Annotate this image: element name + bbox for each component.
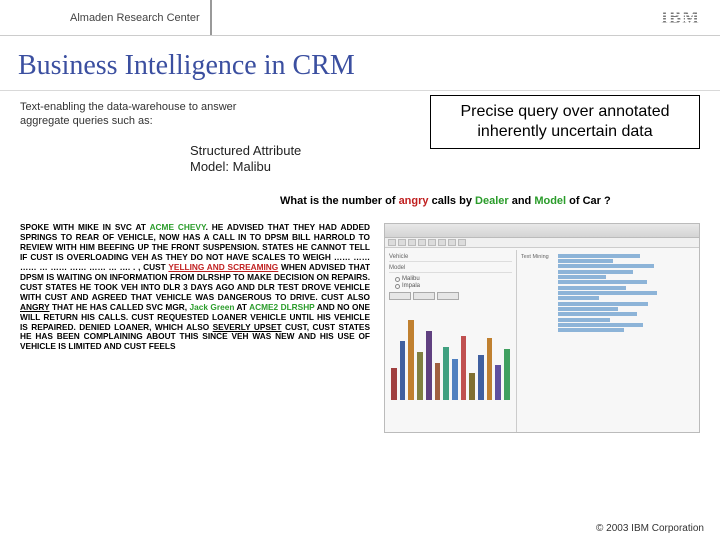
ss-section-vehicle: Vehicle bbox=[389, 254, 512, 262]
upset-keyword: SEVERLY UPSET bbox=[213, 322, 282, 332]
slide-title: Business Intelligence in CRM bbox=[0, 36, 720, 91]
ibm-logo: IBM bbox=[661, 7, 700, 28]
dealer-keyword: Dealer bbox=[475, 195, 509, 207]
upper-content: Text-enabling the data-warehouse to answ… bbox=[0, 91, 720, 175]
angry-keyword-2: ANGRY bbox=[20, 302, 50, 312]
person-jack-green: Jack Green bbox=[190, 302, 235, 312]
analytics-screenshot: Vehicle Model Malibu Impala Text Mining bbox=[384, 223, 700, 433]
ss-option-malibu: Malibu bbox=[395, 276, 512, 282]
copyright-footer: © 2003 IBM Corporation bbox=[596, 523, 704, 534]
call-transcript: SPOKE WITH MIKE IN SVC AT ACME CHEVY. HE… bbox=[20, 223, 370, 433]
subtext: Text-enabling the data-warehouse to answ… bbox=[20, 101, 240, 129]
lower-content: SPOKE WITH MIKE IN SVC AT ACME CHEVY. HE… bbox=[0, 217, 720, 433]
model-keyword: Model bbox=[534, 195, 566, 207]
ss-toolbar bbox=[385, 238, 699, 248]
yelling-keyword: YELLING AND SCREAMING bbox=[168, 262, 278, 272]
query-question: What is the number of angry calls by Dea… bbox=[0, 195, 720, 207]
structured-line2: Model: Malibu bbox=[190, 159, 700, 175]
ss-left-panel: Vehicle Model Malibu Impala bbox=[385, 250, 517, 432]
ss-body: Vehicle Model Malibu Impala Text Mining bbox=[385, 250, 699, 432]
precise-query-box: Precise query over annotated inherently … bbox=[430, 95, 700, 149]
ss-section-model: Model bbox=[389, 265, 512, 273]
header-divider: Almaden Research Center bbox=[0, 0, 212, 35]
ss-titlebar bbox=[385, 224, 699, 238]
dealer-acme-chevy: ACME CHEVY bbox=[150, 222, 206, 232]
research-center-label: Almaden Research Center bbox=[70, 12, 200, 24]
ss-right-panel: Text Mining bbox=[517, 250, 699, 432]
slide-header: Almaden Research Center IBM bbox=[0, 0, 720, 36]
dealer-acme2: ACME2 DLRSHP bbox=[249, 302, 314, 312]
ss-bar-chart bbox=[389, 320, 512, 400]
ss-button-row bbox=[389, 292, 512, 300]
ss-option-impala: Impala bbox=[395, 283, 512, 289]
angry-keyword: angry bbox=[399, 195, 429, 207]
precise-line1: Precise query over annotated bbox=[449, 102, 681, 122]
precise-line2: inherently uncertain data bbox=[449, 122, 681, 142]
